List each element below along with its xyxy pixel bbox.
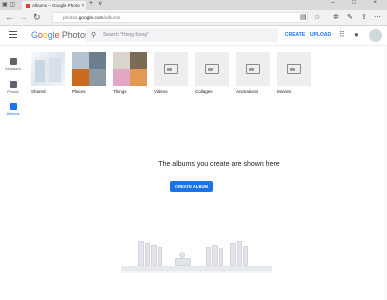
category-movies[interactable]: Movies (277, 52, 311, 94)
sidebar-item-assistant[interactable]: Assistant (0, 58, 26, 71)
sidebar-item-label: Assistant (5, 67, 21, 71)
sidebar-item-albums[interactable]: Albums (0, 103, 26, 116)
category-videos[interactable]: Videos (154, 52, 188, 94)
address-bar[interactable]: photos.google.com/albums (52, 12, 308, 23)
photos-icon (9, 81, 17, 88)
places-thumbnail (72, 52, 106, 86)
favorite-star-icon[interactable]: ☆ (314, 13, 320, 21)
favicon-icon (26, 3, 30, 8)
category-places[interactable]: Places (72, 52, 106, 94)
sidebar-item-label: Photos (7, 90, 19, 94)
category-label: Movies (277, 89, 292, 94)
sidebar-item-label: Albums (6, 112, 20, 116)
new-tab-icon[interactable]: + (89, 0, 93, 7)
category-label: Things (113, 89, 127, 94)
browser-nav-bar: ← → ↻ photos.google.com/albums ▤ ☆ ✲ ✎ ⇪… (0, 10, 387, 26)
category-label: Animations (236, 89, 259, 94)
search-placeholder: Search "Hong Kong" (103, 32, 149, 38)
main-menu-icon[interactable] (9, 31, 17, 39)
movie-icon (287, 64, 301, 74)
category-things[interactable]: Things (113, 52, 147, 94)
apps-grid-icon[interactable]: ⠿ (339, 30, 345, 39)
category-label: Videos (154, 89, 168, 94)
movies-thumbnail (277, 52, 311, 86)
collage-icon (205, 64, 219, 74)
video-icon (164, 64, 178, 74)
upload-button[interactable]: UPLOAD (310, 32, 331, 38)
things-thumbnail (113, 52, 147, 86)
more-icon[interactable]: ⋯ (374, 13, 381, 21)
app-header: Google Photos ⚲ Search "Hong Kong" CREAT… (0, 26, 387, 46)
albums-icon (9, 103, 17, 110)
category-label: Collages (195, 89, 213, 94)
collages-thumbnail (195, 52, 229, 86)
shelf-shadow (121, 271, 272, 273)
category-shared[interactable]: Shared (31, 52, 65, 94)
shared-thumbnail (31, 52, 65, 86)
notifications-icon[interactable]: ● (354, 30, 359, 39)
create-album-button[interactable]: CREATE ALBUM (170, 181, 213, 192)
category-label: Places (72, 89, 86, 94)
search-input[interactable]: ⚲ Search "Hong Kong" (86, 28, 278, 42)
empty-state-message: The albums you create are shown here (158, 161, 280, 168)
address-host: google.com (78, 16, 104, 21)
notes-icon[interactable]: ✎ (347, 13, 353, 21)
address-path: /albums (103, 16, 121, 21)
google-photos-logo[interactable]: Google Photos (31, 30, 89, 40)
category-collages[interactable]: Collages (195, 52, 229, 94)
assistant-icon (9, 58, 17, 65)
tab-close-icon[interactable]: × (80, 3, 86, 9)
favorites-hub-icon[interactable]: ✲ (333, 13, 339, 21)
browser-tab[interactable]: Albums – Google Photos × (22, 1, 86, 10)
account-avatar[interactable] (369, 29, 382, 42)
animation-icon (246, 64, 260, 74)
tab-actions-icon[interactable]: ▣ ◫ (2, 1, 15, 8)
tab-title: Albums – Google Photos (32, 3, 80, 8)
animations-thumbnail (236, 52, 270, 86)
category-label: Shared (31, 89, 46, 94)
share-icon[interactable]: ⇪ (361, 13, 367, 21)
browser-tab-bar: ▣ ◫ Albums – Google Photos × + ∨ – □ × (0, 0, 387, 10)
reading-view-icon[interactable]: ▤ (300, 13, 307, 21)
forward-icon[interactable]: → (19, 12, 28, 22)
address-prefix: photos. (63, 16, 79, 21)
search-icon: ⚲ (91, 32, 97, 39)
videos-thumbnail (154, 52, 188, 86)
refresh-icon[interactable]: ↻ (33, 12, 41, 23)
tab-list-icon[interactable]: ∨ (98, 0, 102, 7)
back-icon[interactable]: ← (5, 12, 14, 22)
sidebar-item-photos[interactable]: Photos (0, 81, 26, 94)
create-button[interactable]: CREATE (285, 32, 305, 38)
window-controls[interactable]: – □ × (331, 0, 385, 6)
category-animations[interactable]: Animations (236, 52, 270, 94)
